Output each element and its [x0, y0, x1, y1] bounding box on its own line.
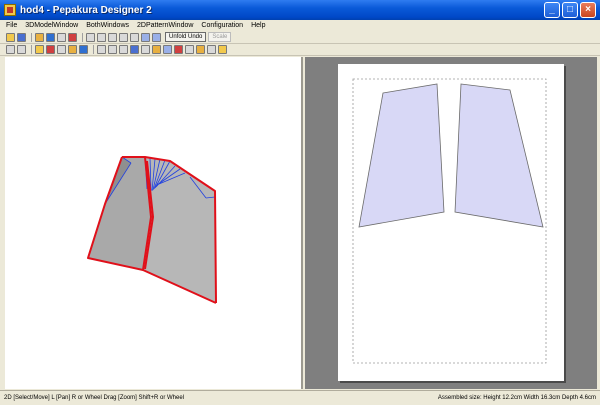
status-bar: 2D [Select/Move] L [Pan] R or Wheel Drag… [0, 390, 600, 405]
color-icon[interactable] [68, 32, 77, 42]
toolbar-separator [31, 32, 32, 42]
zoom-fit-icon[interactable] [17, 45, 26, 54]
flap-icon[interactable] [68, 45, 77, 54]
grid-icon[interactable] [79, 45, 88, 54]
pattern-piece-right[interactable] [454, 83, 544, 228]
paint-icon[interactable] [46, 45, 55, 54]
menu-3dmodelwindow[interactable]: 3DModelWindow [21, 20, 82, 31]
split-icon[interactable] [130, 32, 139, 42]
line-icon[interactable] [57, 45, 66, 54]
menu-bothwindows[interactable]: BothWindows [82, 20, 133, 31]
window-icon[interactable] [141, 32, 150, 42]
join-icon[interactable] [119, 32, 128, 42]
edit-icon[interactable] [86, 32, 95, 42]
toolbar-separator [82, 32, 83, 42]
window-split-icon[interactable] [152, 32, 161, 42]
page-icon[interactable] [97, 45, 106, 54]
3d-model-view[interactable] [5, 57, 303, 389]
rotate-icon[interactable] [57, 32, 66, 42]
model-right-panel [143, 157, 216, 303]
settings-icon[interactable] [185, 45, 194, 54]
title-bar[interactable]: hod4 - Pepakura Designer 2 _ □ × [0, 0, 600, 20]
hatch-icon[interactable] [141, 45, 150, 54]
number-icon[interactable] [119, 45, 128, 54]
menu-configuration[interactable]: Configuration [197, 20, 247, 31]
print-page [338, 64, 564, 381]
folder-icon[interactable] [218, 45, 227, 54]
app-icon [4, 4, 16, 16]
save-icon[interactable] [17, 32, 26, 42]
assembled-size-text: Assembled size: Height 12.2cm Width 16.3… [437, 395, 596, 401]
text-icon[interactable] [152, 45, 161, 54]
layout-icon[interactable] [130, 45, 139, 54]
main-toolbar: Unfold Undo Scale [0, 31, 600, 44]
close-button[interactable]: × [580, 2, 596, 18]
window-title: hod4 - Pepakura Designer 2 [20, 4, 152, 16]
2d-pattern-canvas[interactable] [338, 64, 564, 381]
menu-2dpatternwindow[interactable]: 2DPatternWindow [133, 20, 197, 31]
open-folder-icon[interactable] [6, 32, 15, 42]
3d-model-canvas[interactable] [5, 57, 303, 389]
unfold-undo-button[interactable]: Unfold Undo [165, 32, 207, 42]
menu-bar: File 3DModelWindow BothWindows 2DPattern… [0, 20, 600, 31]
select-icon[interactable] [6, 45, 15, 54]
unfold-icon[interactable] [97, 32, 106, 42]
pattern-piece-left[interactable] [358, 83, 445, 228]
minimize-button[interactable]: _ [544, 2, 560, 18]
print-icon[interactable] [174, 45, 183, 54]
image-icon[interactable] [163, 45, 172, 54]
toolbar-separator [93, 45, 94, 54]
toolbar-separator [31, 45, 32, 54]
2d-pattern-view[interactable] [305, 57, 597, 389]
scale-button[interactable]: Scale [208, 32, 232, 42]
texture-icon[interactable] [35, 45, 44, 54]
app-window: hod4 - Pepakura Designer 2 _ □ × File 3D… [0, 0, 600, 405]
arrange-icon[interactable] [108, 45, 117, 54]
menu-help[interactable]: Help [247, 20, 269, 31]
lock-icon[interactable] [207, 45, 216, 54]
maximize-button[interactable]: □ [562, 2, 578, 18]
status-help-text: 2D [Select/Move] L [Pan] R or Wheel Drag… [4, 395, 185, 401]
move-icon[interactable] [108, 32, 117, 42]
pencil-icon[interactable] [35, 32, 44, 42]
menu-file[interactable]: File [2, 20, 21, 31]
window-controls: _ □ × [544, 2, 596, 18]
export-icon[interactable] [196, 45, 205, 54]
secondary-toolbar [0, 44, 600, 56]
cube-icon[interactable] [46, 32, 55, 42]
